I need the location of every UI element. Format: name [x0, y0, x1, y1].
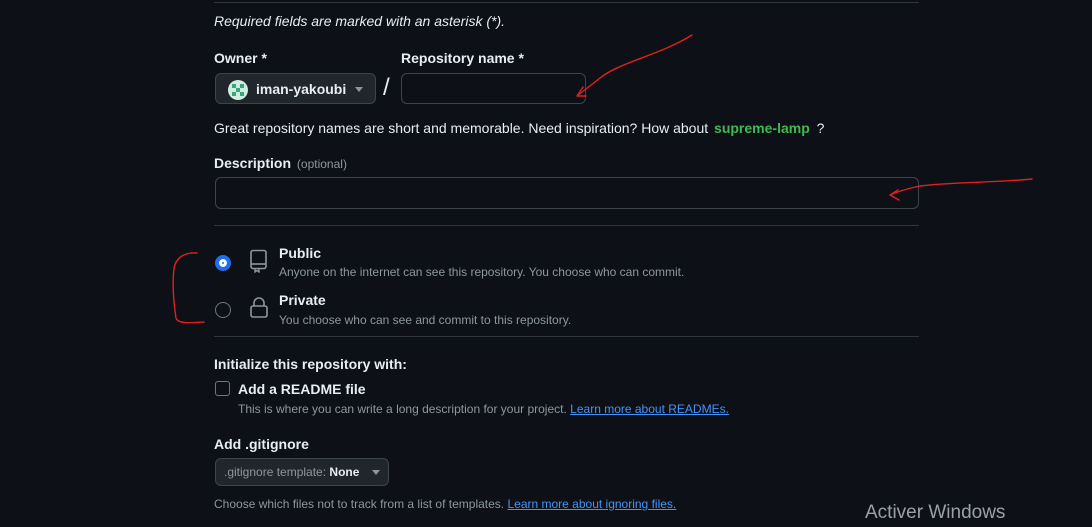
private-desc: You choose who can see and commit to thi… — [279, 313, 572, 327]
readme-desc-row: This is where you can write a long descr… — [238, 402, 729, 416]
divider-initialize — [214, 336, 919, 337]
gitignore-select-prefix: .gitignore template: — [224, 465, 327, 479]
gitignore-desc: Choose which files not to track from a l… — [214, 497, 505, 511]
windows-activation-watermark: Activer Windows — [865, 502, 1006, 523]
owner-repo-separator: / — [383, 74, 390, 101]
gitignore-heading: Add .gitignore — [214, 436, 309, 452]
gitignore-select-text: .gitignore template: None — [224, 465, 359, 479]
required-note: Required fields are marked with an aster… — [214, 13, 506, 29]
suggestion-text: Great repository names are short and mem… — [214, 120, 709, 136]
readme-checkbox[interactable] — [215, 381, 230, 396]
bracket-visibility — [172, 252, 205, 324]
owner-name: iman-yakoubi — [256, 81, 347, 97]
private-title: Private — [279, 292, 326, 308]
arrow-to-repo-name — [576, 34, 693, 97]
readme-desc: This is where you can write a long descr… — [238, 402, 567, 416]
public-radio[interactable] — [215, 255, 231, 271]
optional-tag: (optional) — [296, 157, 347, 171]
gitignore-template-select[interactable]: .gitignore template: None — [215, 458, 389, 486]
suggestion-link[interactable]: supreme-lamp — [714, 120, 810, 136]
repo-name-label: Repository name * — [401, 50, 524, 66]
gitignore-desc-row: Choose which files not to track from a l… — [214, 497, 676, 511]
repo-name-suggestion: Great repository names are short and mem… — [214, 120, 824, 136]
initialize-heading: Initialize this repository with: — [214, 356, 407, 372]
top-divider — [214, 2, 919, 3]
suggestion-suffix: ? — [816, 120, 825, 136]
owner-label: Owner * — [214, 50, 267, 66]
description-label-row: Description (optional) — [214, 155, 347, 171]
divider-visibility — [214, 225, 919, 226]
description-label: Description — [214, 155, 292, 171]
gitignore-learn-more-link[interactable]: Learn more about ignoring files. — [507, 497, 676, 511]
repo-book-icon — [250, 249, 267, 273]
public-desc: Anyone on the internet can see this repo… — [279, 265, 685, 279]
description-input[interactable] — [215, 177, 919, 209]
lock-icon — [250, 297, 268, 318]
chevron-down-icon — [355, 87, 363, 92]
owner-select[interactable]: iman-yakoubi — [215, 73, 376, 104]
private-radio[interactable] — [215, 302, 231, 318]
readme-learn-more-link[interactable]: Learn more about READMEs. — [570, 402, 729, 416]
repo-name-input[interactable] — [401, 73, 586, 104]
readme-label[interactable]: Add a README file — [238, 381, 366, 397]
chevron-down-icon — [372, 470, 380, 475]
identicon-avatar-icon — [228, 80, 248, 100]
public-title: Public — [279, 245, 322, 261]
gitignore-select-value: None — [329, 465, 360, 479]
